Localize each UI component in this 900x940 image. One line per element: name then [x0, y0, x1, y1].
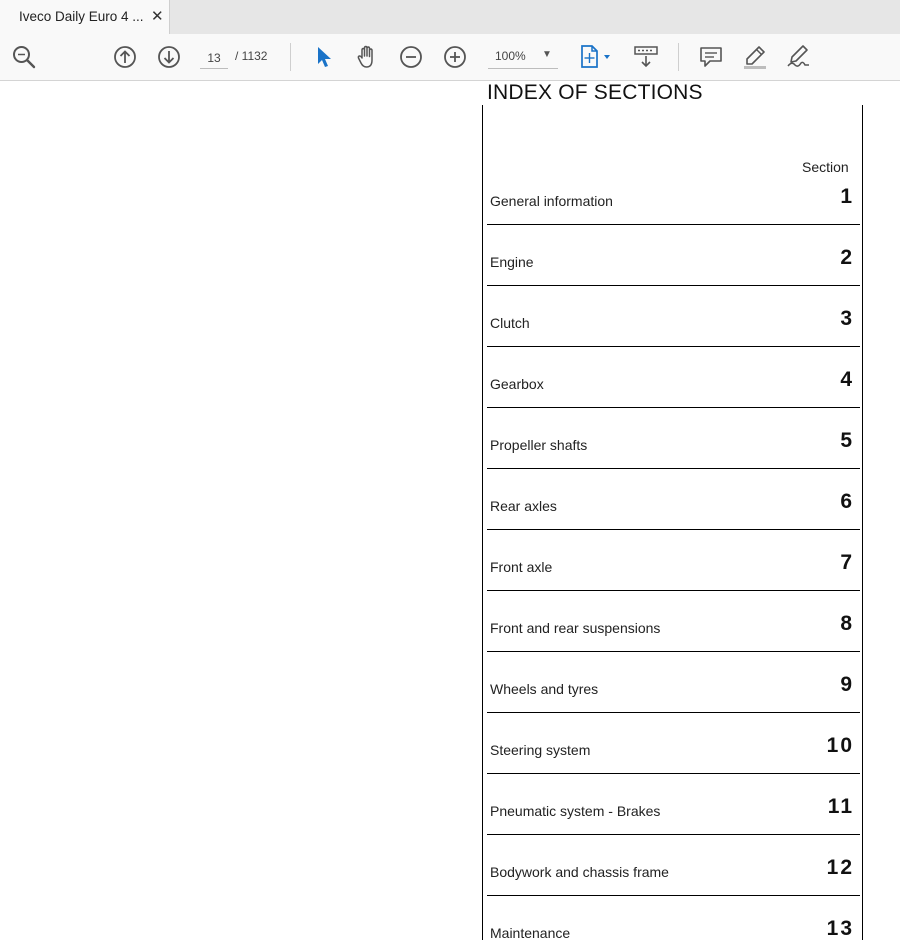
index-row-label: Pneumatic system - Brakes	[490, 803, 661, 819]
index-row[interactable]: Steering system 10	[487, 713, 860, 774]
toolbar: / 1132 100% ▼	[0, 34, 900, 81]
sign-icon[interactable]	[786, 44, 812, 70]
index-row[interactable]: Gearbox 4	[487, 347, 860, 408]
tab-title: Iveco Daily Euro 4 ...	[19, 9, 144, 24]
index-row[interactable]: Engine 2	[487, 225, 860, 286]
document-viewer[interactable]: INDEX OF SECTIONS Section General inform…	[0, 81, 900, 940]
index-row-label: Gearbox	[490, 376, 544, 392]
index-row-label: Maintenance	[490, 925, 571, 940]
search-icon[interactable]	[11, 44, 37, 70]
index-row-number: 4	[840, 368, 854, 391]
toolbar-divider	[290, 43, 291, 71]
index-row-number: 12	[826, 856, 854, 879]
page-border-left	[482, 105, 483, 940]
chevron-down-icon: ▼	[542, 49, 552, 60]
scroll-mode-icon[interactable]	[633, 44, 659, 70]
zoom-out-icon[interactable]	[398, 44, 424, 70]
index-row-label: Bodywork and chassis frame	[490, 864, 669, 880]
index-row-label: Engine	[490, 254, 534, 270]
index-row-number: 11	[827, 795, 854, 818]
index-row-label: Clutch	[490, 315, 530, 331]
previous-page-icon[interactable]	[112, 44, 138, 70]
index-row[interactable]: Clutch 3	[487, 286, 860, 347]
index-row-number: 9	[840, 673, 854, 696]
comment-icon[interactable]	[698, 44, 724, 70]
page-title: INDEX OF SECTIONS	[487, 81, 703, 104]
index-row[interactable]: Pneumatic system - Brakes 11	[487, 774, 860, 835]
index-row-label: General information	[490, 193, 613, 209]
index-row-number: 7	[840, 551, 854, 574]
index-row[interactable]: Maintenance 13	[487, 896, 860, 940]
index-row-number: 8	[840, 612, 854, 635]
index-row-label: Wheels and tyres	[490, 681, 599, 697]
close-tab-icon[interactable]: ✕	[151, 7, 164, 25]
page-total: / 1132	[235, 49, 268, 63]
select-cursor-icon[interactable]	[311, 44, 337, 70]
index-row-number: 6	[840, 490, 854, 513]
document-tab[interactable]: Iveco Daily Euro 4 ... ✕	[0, 0, 170, 34]
fit-page-icon[interactable]	[578, 44, 614, 70]
index-row-label: Front axle	[490, 559, 553, 575]
index-row[interactable]: General information 1	[487, 164, 860, 225]
index-row-number: 13	[826, 917, 854, 940]
next-page-icon[interactable]	[156, 44, 182, 70]
page-border-right	[862, 105, 863, 940]
index-row[interactable]: Front and rear suspensions 8	[487, 591, 860, 652]
tab-bar: Iveco Daily Euro 4 ... ✕	[0, 0, 900, 34]
index-row[interactable]: Propeller shafts 5	[487, 408, 860, 469]
zoom-in-icon[interactable]	[442, 44, 468, 70]
highlight-icon[interactable]	[742, 44, 768, 70]
index-row-number: 10	[826, 734, 854, 757]
index-row[interactable]: Bodywork and chassis frame 12	[487, 835, 860, 896]
index-row[interactable]: Front axle 7	[487, 530, 860, 591]
index-row-label: Propeller shafts	[490, 437, 588, 453]
index-row-number: 1	[840, 185, 854, 208]
index-row[interactable]: Wheels and tyres 9	[487, 652, 860, 713]
hand-tool-icon[interactable]	[354, 44, 380, 70]
index-row-number: 2	[840, 246, 854, 269]
index-row-label: Front and rear suspensions	[490, 620, 661, 636]
index-row-label: Rear axles	[490, 498, 557, 514]
index-row-label: Steering system	[490, 742, 591, 758]
zoom-select[interactable]: 100% ▼	[488, 46, 558, 69]
index-row-number: 5	[840, 429, 854, 452]
zoom-value: 100%	[495, 49, 526, 63]
index-row-number: 3	[840, 307, 854, 330]
toolbar-divider	[678, 43, 679, 71]
index-row[interactable]: Rear axles 6	[487, 469, 860, 530]
page-number-input[interactable]	[200, 48, 228, 69]
